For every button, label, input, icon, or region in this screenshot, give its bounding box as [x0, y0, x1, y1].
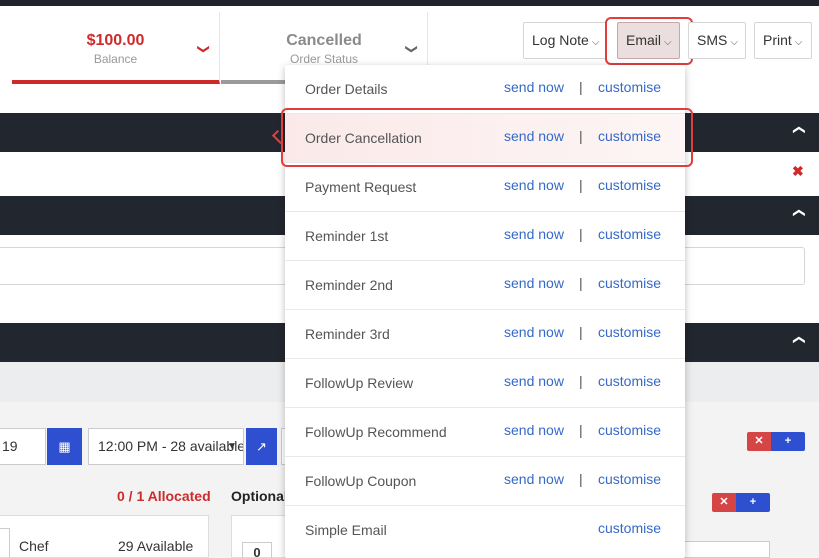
optional-heading: Optional: [231, 488, 288, 504]
log-note-label: Log Note: [532, 32, 589, 48]
menu-item[interactable]: FollowUp Coupon send now | customise: [285, 457, 685, 506]
date-field[interactable]: 19: [0, 428, 46, 465]
send-now-link[interactable]: send now: [504, 275, 564, 291]
menu-item-label: FollowUp Review: [305, 375, 414, 391]
menu-item-label: Reminder 3rd: [305, 326, 390, 342]
customise-link[interactable]: customise: [598, 422, 661, 438]
close-icon: ✕: [754, 435, 764, 447]
menu-item-label: Reminder 2nd: [305, 277, 393, 293]
allocated-count: 0 / 1 Allocated: [117, 488, 211, 504]
calendar-icon[interactable]: ▦: [47, 428, 82, 465]
balance-label: Balance: [93, 52, 138, 66]
customise-link[interactable]: customise: [598, 520, 661, 536]
chevron-down-icon: ⌵: [794, 37, 803, 48]
menu-item-label: Payment Request: [305, 179, 417, 195]
chevron-up-icon[interactable]: ❯: [791, 335, 805, 345]
menu-item-label: Reminder 1st: [305, 228, 389, 244]
menu-item[interactable]: FollowUp Recommend send now | customise: [285, 408, 685, 457]
customise-link[interactable]: customise: [598, 471, 661, 487]
optional-item-card: 0: [231, 515, 291, 558]
menu-item[interactable]: Reminder 1st send now | customise: [285, 212, 685, 261]
time-select-value: 12:00 PM - 28 available: [98, 438, 244, 454]
separator: |: [579, 422, 583, 438]
menu-item[interactable]: FollowUp Review send now | customise: [285, 359, 685, 408]
customise-link[interactable]: customise: [598, 324, 661, 340]
send-now-link[interactable]: send now: [504, 471, 564, 487]
separator: |: [579, 177, 583, 193]
email-button-highlight: [605, 17, 693, 65]
menu-item[interactable]: Reminder 3rd send now | customise: [285, 310, 685, 359]
separator: |: [579, 79, 583, 95]
order-status-value: Cancelled: [286, 32, 362, 49]
order-cancellation-highlight: [281, 108, 693, 167]
separator: |: [579, 324, 583, 340]
send-now-link[interactable]: send now: [504, 373, 564, 389]
menu-item-label: Simple Email: [305, 522, 387, 538]
resource-card: Chef 29 Available: [0, 515, 209, 558]
separator: |: [579, 373, 583, 389]
quantity-field[interactable]: [0, 528, 10, 558]
customise-link[interactable]: customise: [598, 275, 661, 291]
chevron-up-icon[interactable]: ❯: [791, 125, 805, 135]
menu-item-label: Order Details: [305, 81, 388, 97]
send-now-link[interactable]: send now: [504, 177, 564, 193]
plus-icon: +: [749, 496, 757, 508]
menu-item[interactable]: Payment Request send now | customise: [285, 163, 685, 212]
separator: |: [579, 275, 583, 291]
remove-button[interactable]: ✕: [712, 493, 736, 512]
menu-item[interactable]: Order Details send now | customise: [285, 65, 685, 114]
resource-name: Chef: [19, 538, 49, 554]
menu-item[interactable]: Simple Email customise: [285, 506, 685, 555]
chevron-down-icon: ❯: [404, 43, 419, 55]
log-note-button[interactable]: Log Note ⌵: [523, 22, 607, 59]
send-now-link[interactable]: send now: [504, 226, 564, 242]
separator: |: [579, 226, 583, 242]
time-select[interactable]: 12:00 PM - 28 available ▼: [88, 428, 244, 465]
sms-label: SMS: [697, 32, 728, 48]
sms-button[interactable]: SMS ⌵: [688, 22, 746, 59]
plus-icon: +: [784, 435, 792, 447]
remove-button[interactable]: ✕: [747, 432, 771, 451]
separator: |: [579, 471, 583, 487]
menu-item[interactable]: Reminder 2nd send now | customise: [285, 261, 685, 310]
resource-availability: 29 Available: [118, 538, 194, 554]
chevron-up-icon[interactable]: ❯: [791, 208, 805, 218]
balance-stat[interactable]: $100.00 Balance ❯: [12, 12, 220, 84]
customise-link[interactable]: customise: [598, 177, 661, 193]
add-button[interactable]: +: [736, 493, 770, 512]
chevron-down-icon: ❯: [196, 43, 211, 55]
customise-link[interactable]: customise: [598, 79, 661, 95]
send-now-link[interactable]: send now: [504, 422, 564, 438]
close-icon[interactable]: ✖: [792, 163, 804, 180]
send-now-link[interactable]: send now: [504, 79, 564, 95]
quantity-field[interactable]: 0: [242, 542, 272, 558]
print-button[interactable]: Print ⌵: [754, 22, 812, 59]
print-label: Print: [763, 32, 792, 48]
balance-value: $100.00: [86, 32, 145, 49]
menu-item-label: FollowUp Coupon: [305, 473, 417, 489]
add-button[interactable]: +: [771, 432, 805, 451]
chevron-down-icon: ⌵: [730, 37, 738, 48]
customise-link[interactable]: customise: [598, 226, 661, 242]
chevron-down-icon: ⌵: [591, 37, 600, 48]
send-now-link[interactable]: send now: [504, 324, 564, 340]
caret-down-icon: ▼: [227, 441, 237, 452]
customise-link[interactable]: customise: [598, 373, 661, 389]
order-status-label: Order Status: [289, 52, 359, 66]
menu-item-label: FollowUp Recommend: [305, 424, 447, 440]
close-icon: ✕: [719, 496, 729, 508]
external-link-icon[interactable]: ↗: [246, 428, 277, 465]
